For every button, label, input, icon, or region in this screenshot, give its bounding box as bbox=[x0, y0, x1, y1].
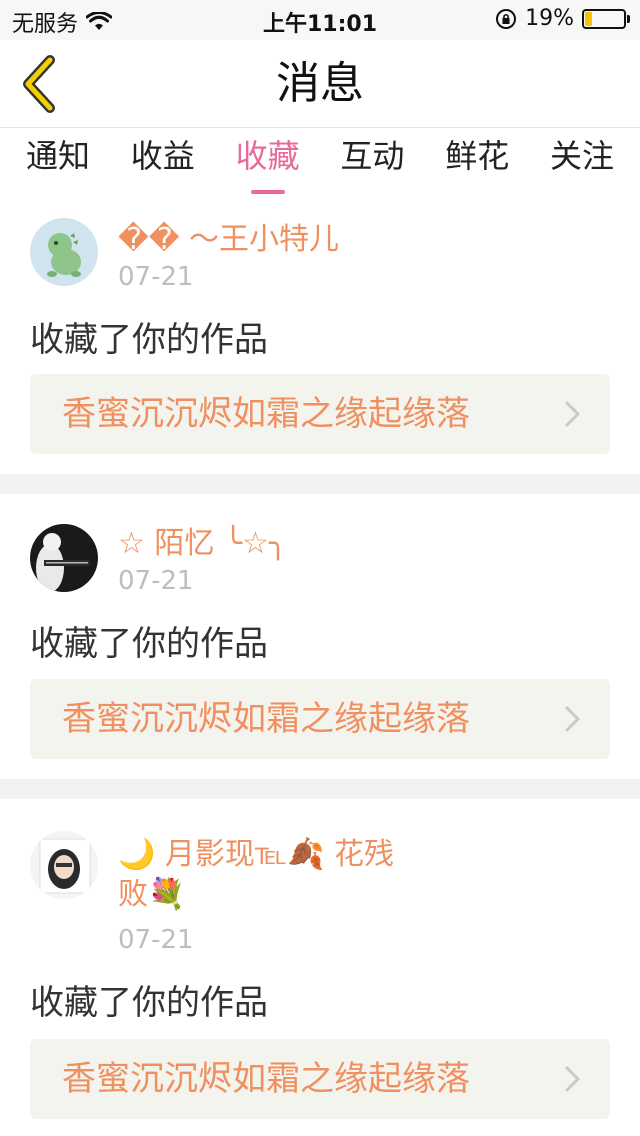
message-date: 07-21 bbox=[118, 262, 194, 292]
tab-label: 通知 bbox=[26, 137, 91, 175]
tab-notifications[interactable]: 通知 bbox=[26, 128, 90, 194]
tab-earnings[interactable]: 收益 bbox=[131, 128, 195, 194]
page-title: 消息 bbox=[276, 58, 364, 109]
dark-portrait-avatar-icon bbox=[30, 524, 98, 592]
user-name[interactable]: �� ～王小特儿 bbox=[118, 220, 418, 260]
battery-icon bbox=[582, 8, 630, 30]
tab-flowers[interactable]: 鲜花 bbox=[445, 128, 509, 194]
work-title: 香蜜沉沉烬如霜之缘起缘落 bbox=[62, 394, 470, 434]
tab-label: 互动 bbox=[340, 137, 405, 175]
battery-fill bbox=[585, 11, 592, 26]
avatar[interactable] bbox=[30, 218, 98, 286]
message-date: 07-21 bbox=[118, 566, 194, 596]
tab-label: 收益 bbox=[130, 137, 195, 175]
tab-interactions[interactable]: 互动 bbox=[340, 128, 404, 194]
list-item: 🌙 月影现℡🍂 花残 败💐 07-21 收藏了你的作品 香蜜沉沉烬如霜之缘起缘落 bbox=[0, 799, 640, 1136]
tab-bar: 通知 收益 收藏 互动 鲜花 关注 bbox=[0, 128, 640, 194]
status-bar: 无服务 上午11:01 19% bbox=[0, 0, 640, 40]
green-dinosaur-avatar-icon bbox=[30, 218, 98, 286]
section-divider bbox=[0, 779, 640, 799]
work-link[interactable]: 香蜜沉沉烬如霜之缘起缘落 bbox=[30, 374, 610, 454]
chevron-right-icon bbox=[565, 706, 580, 732]
avatar[interactable] bbox=[30, 524, 98, 592]
tab-following[interactable]: 关注 bbox=[550, 128, 614, 194]
avatar[interactable] bbox=[30, 831, 98, 899]
user-name-line-2: 败💐 bbox=[118, 877, 186, 912]
message-list: �� ～王小特儿 07-21 收藏了你的作品 香蜜沉沉烬如霜之缘起缘落 ☆ 陌忆… bbox=[0, 194, 640, 1136]
list-item: ☆ 陌忆 ╰☆╮ 07-21 收藏了你的作品 香蜜沉沉烬如霜之缘起缘落 bbox=[0, 494, 640, 779]
nav-bar: 消息 bbox=[0, 40, 640, 128]
chevron-right-icon bbox=[565, 1066, 580, 1092]
action-text: 收藏了你的作品 bbox=[30, 320, 268, 360]
rotation-lock-icon bbox=[496, 8, 517, 29]
work-title: 香蜜沉沉烬如霜之缘起缘落 bbox=[62, 1059, 470, 1099]
user-name-line-1: 🌙 月影现℡🍂 花残 bbox=[118, 837, 395, 872]
tab-label: 关注 bbox=[549, 137, 614, 175]
tab-favorites[interactable]: 收藏 bbox=[236, 128, 300, 194]
user-name[interactable]: 🌙 月影现℡🍂 花残 败💐 bbox=[118, 835, 418, 915]
chevron-right-icon bbox=[565, 401, 580, 427]
tab-label: 鲜花 bbox=[445, 137, 510, 175]
list-item: �� ～王小特儿 07-21 收藏了你的作品 香蜜沉沉烬如霜之缘起缘落 bbox=[0, 194, 640, 474]
work-title: 香蜜沉沉烬如霜之缘起缘落 bbox=[62, 699, 470, 739]
action-text: 收藏了你的作品 bbox=[30, 983, 268, 1023]
girl-portrait-avatar-icon bbox=[30, 831, 98, 899]
section-divider bbox=[0, 474, 640, 494]
message-date: 07-21 bbox=[118, 925, 194, 955]
work-link[interactable]: 香蜜沉沉烬如霜之缘起缘落 bbox=[30, 679, 610, 759]
battery-percent: 19% bbox=[525, 6, 574, 31]
tab-label: 收藏 bbox=[235, 137, 300, 175]
user-name[interactable]: ☆ 陌忆 ╰☆╮ bbox=[118, 524, 418, 564]
action-text: 收藏了你的作品 bbox=[30, 624, 268, 664]
work-link[interactable]: 香蜜沉沉烬如霜之缘起缘落 bbox=[30, 1039, 610, 1119]
status-right: 19% bbox=[495, 6, 630, 31]
